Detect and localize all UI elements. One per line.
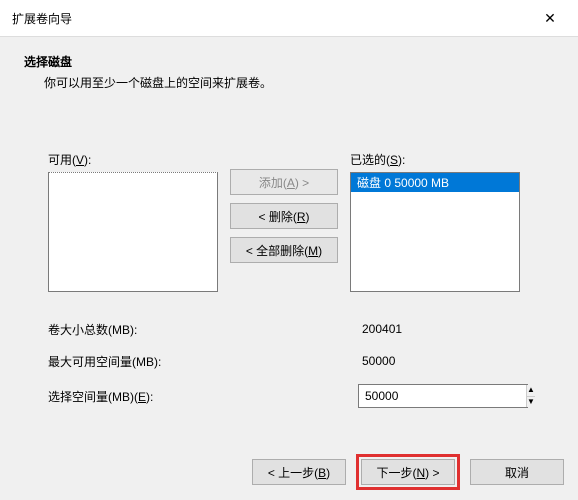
size-fields: 卷大小总数(MB): 200401 最大可用空间量(MB): 50000 选择空… (20, 320, 558, 408)
titlebar: 扩展卷向导 ✕ (0, 0, 578, 37)
available-column: 可用(V): (48, 151, 218, 292)
total-size-value: 200401 (358, 320, 528, 338)
page-subheading: 你可以用至少一个磁盘上的空间来扩展卷。 (44, 74, 558, 91)
total-size-row: 卷大小总数(MB): 200401 (48, 320, 530, 338)
window-title: 扩展卷向导 (12, 10, 72, 27)
chevron-up-icon: ▲ (527, 386, 535, 394)
back-button[interactable]: < 上一步(B) (252, 459, 346, 485)
cancel-button[interactable]: 取消 (470, 459, 564, 485)
list-item[interactable]: 磁盘 0 50000 MB (351, 173, 519, 192)
select-space-spinner: ▲ ▼ (358, 384, 528, 408)
next-button[interactable]: 下一步(N) > (361, 459, 455, 485)
spinner-buttons: ▲ ▼ (526, 385, 535, 407)
select-space-label: 选择空间量(MB)(E): (48, 388, 358, 405)
transfer-buttons: 添加(A) > < 删除(R) < 全部删除(M) (230, 151, 338, 263)
next-button-highlight: 下一步(N) > (356, 454, 460, 490)
remove-button[interactable]: < 删除(R) (230, 203, 338, 229)
chevron-down-icon: ▼ (527, 398, 535, 406)
remove-all-button[interactable]: < 全部删除(M) (230, 237, 338, 263)
wizard-footer: < 上一步(B) 下一步(N) > 取消 (252, 454, 564, 490)
max-space-label: 最大可用空间量(MB): (48, 353, 358, 370)
selected-listbox[interactable]: 磁盘 0 50000 MB (350, 172, 520, 292)
select-space-row: 选择空间量(MB)(E): ▲ ▼ (48, 384, 530, 408)
select-space-input[interactable] (359, 385, 526, 407)
page-heading: 选择磁盘 (24, 53, 558, 70)
add-button[interactable]: 添加(A) > (230, 169, 338, 195)
selected-column: 已选的(S): 磁盘 0 50000 MB (350, 151, 520, 292)
close-icon: ✕ (544, 10, 556, 27)
content-area: 选择磁盘 你可以用至少一个磁盘上的空间来扩展卷。 可用(V): 添加(A) > … (0, 37, 578, 418)
close-button[interactable]: ✕ (530, 6, 570, 30)
max-space-row: 最大可用空间量(MB): 50000 (48, 352, 530, 370)
disk-lists: 可用(V): 添加(A) > < 删除(R) < 全部删除(M) 已选的(S):… (20, 151, 558, 292)
total-size-label: 卷大小总数(MB): (48, 321, 358, 338)
spinner-down[interactable]: ▼ (527, 397, 535, 408)
available-label: 可用(V): (48, 151, 218, 168)
selected-label: 已选的(S): (350, 151, 520, 168)
max-space-value: 50000 (358, 352, 528, 370)
available-listbox[interactable] (48, 172, 218, 292)
spinner-up[interactable]: ▲ (527, 385, 535, 397)
